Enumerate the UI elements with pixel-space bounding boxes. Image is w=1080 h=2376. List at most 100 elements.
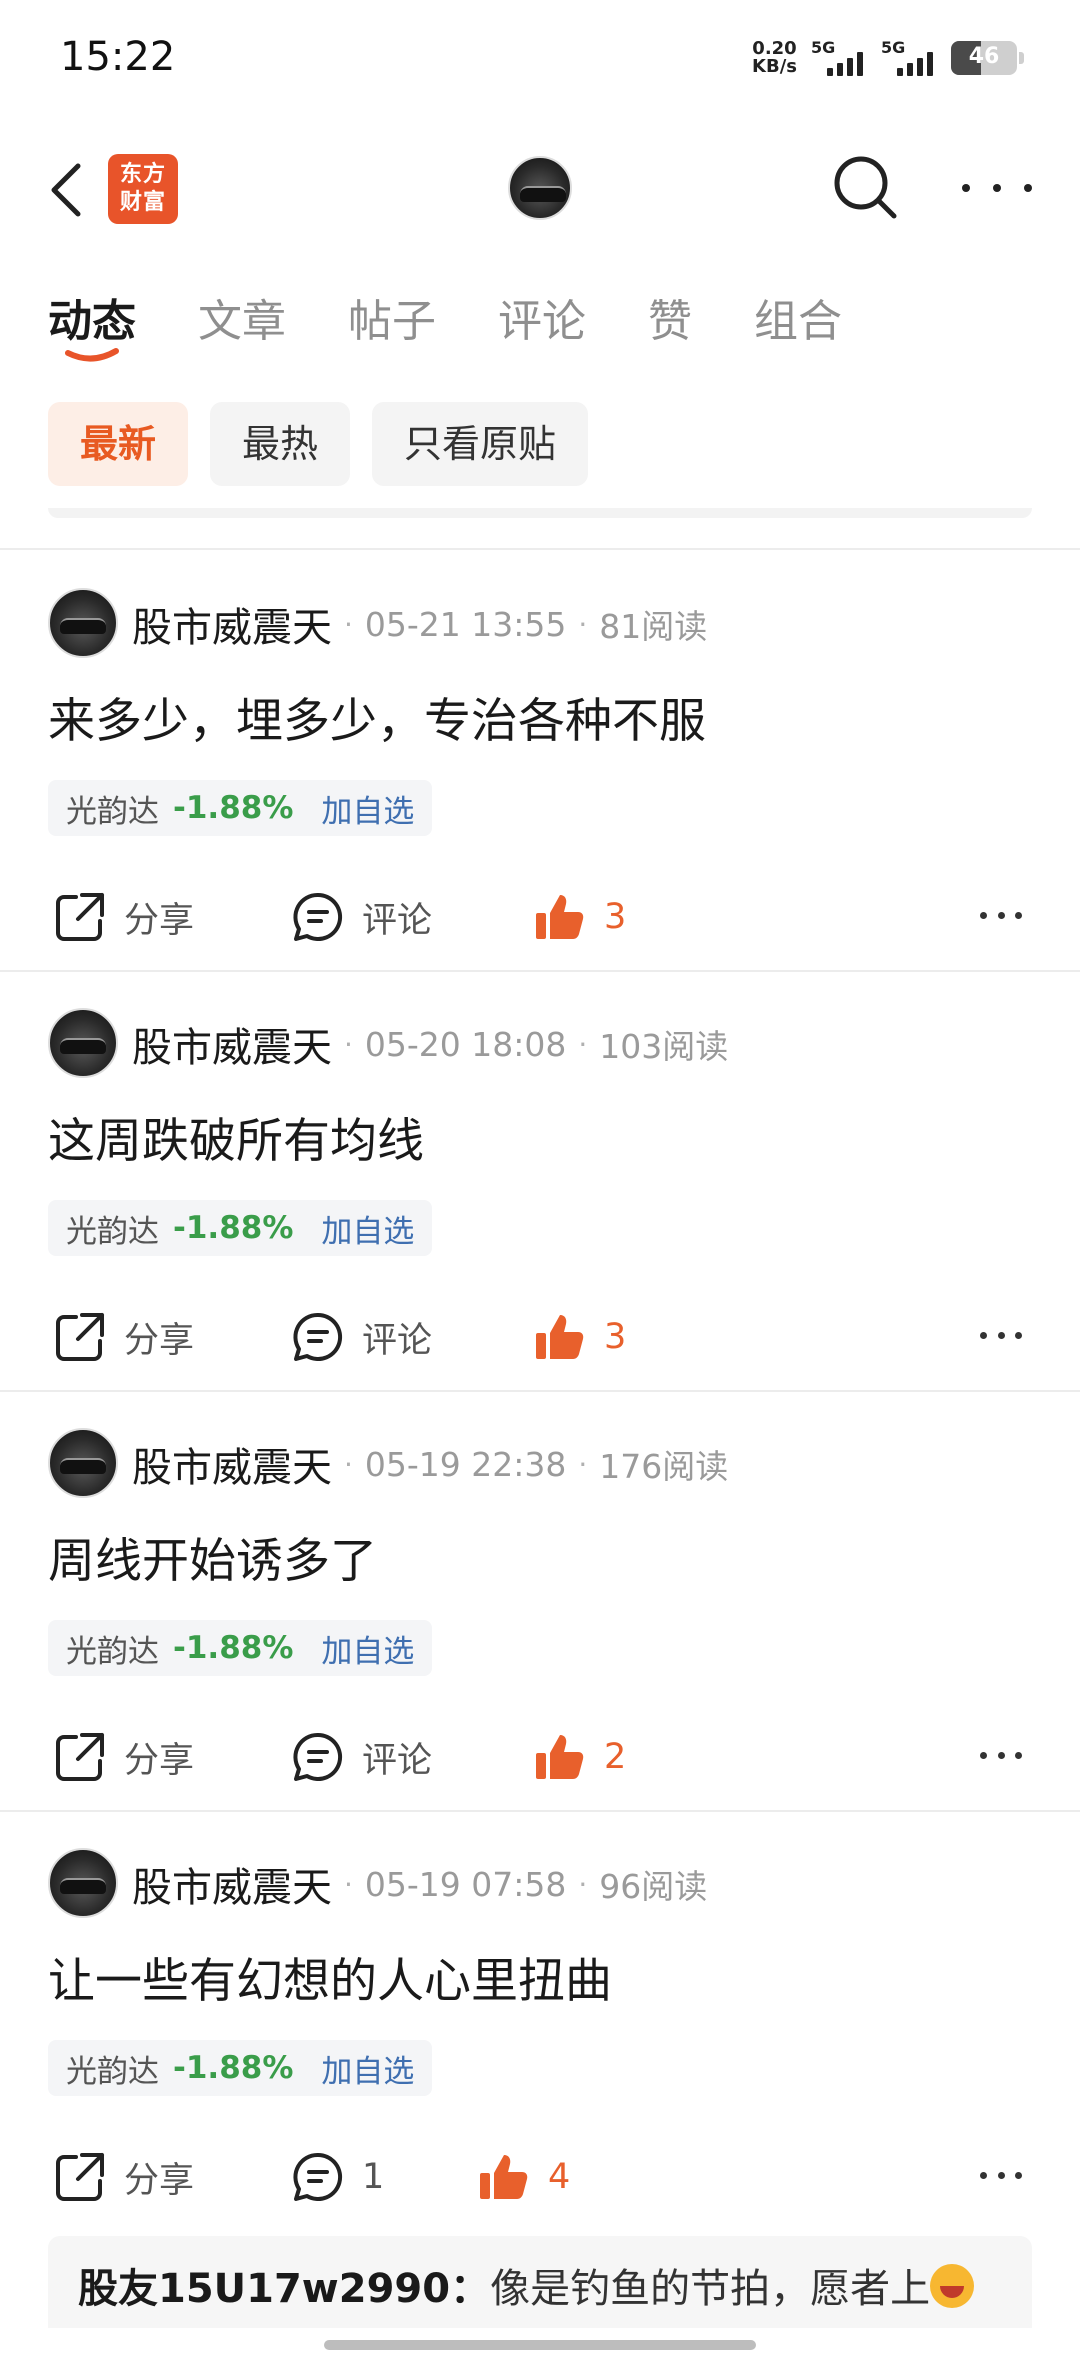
thumbs-up-icon — [480, 2155, 528, 2199]
share-icon — [56, 2153, 104, 2201]
comment-author[interactable]: 股友15U17w2990： — [78, 2266, 490, 2312]
post-content[interactable]: 让一些有幻想的人心里扭曲 — [48, 1942, 612, 2011]
share-button[interactable]: 分享 — [52, 1722, 194, 1792]
comment-label: 1 — [362, 2157, 385, 2197]
stock-name: 光韵达 — [66, 2053, 159, 2090]
dot-icon — [993, 184, 1001, 192]
dot-icon — [962, 184, 970, 192]
comment-label: 评论 — [362, 1320, 433, 1361]
filter-shadow — [48, 508, 1032, 518]
tab-portfolios[interactable]: 组合 — [754, 285, 842, 349]
share-button[interactable]: 分享 — [52, 2142, 194, 2212]
user-avatar[interactable] — [508, 156, 572, 220]
comment-button[interactable]: 评论 — [290, 1722, 432, 1792]
stock-tag[interactable]: 光韵达 -1.88% 加自选 — [48, 780, 433, 836]
post-item[interactable]: 股市威震天 · 05-19 22:38 · 176阅读 周线开始诱多了 光韵达 … — [0, 1392, 1080, 1812]
post-more-button[interactable] — [980, 2172, 1022, 2182]
post-author[interactable]: 股市威震天 — [132, 595, 332, 653]
tab-dynamics[interactable]: 动态 — [48, 285, 136, 362]
comment-icon — [293, 892, 343, 941]
thumbs-up-icon — [536, 1735, 584, 1779]
dot-icon — [1015, 1752, 1022, 1759]
share-button[interactable]: 分享 — [52, 1302, 194, 1372]
home-indicator[interactable] — [324, 2340, 756, 2350]
meta-separator: · — [344, 607, 353, 641]
post-more-button[interactable] — [980, 1752, 1022, 1762]
author-avatar[interactable] — [48, 1848, 118, 1918]
comment-button[interactable]: 1 — [290, 2142, 384, 2212]
post-item[interactable]: 股市威震天 · 05-21 13:55 · 81阅读 来多少，埋多少，专治各种不… — [0, 552, 1080, 972]
tab-likes[interactable]: 赞 — [648, 285, 692, 349]
add-to-watchlist-button[interactable]: 加自选 — [321, 1626, 414, 1671]
post-more-button[interactable] — [980, 912, 1022, 922]
dot-icon — [1015, 2172, 1022, 2179]
comment-button[interactable]: 评论 — [290, 1302, 432, 1372]
logo-text-line2: 财富 — [119, 190, 166, 215]
post-read-count: 103阅读 — [599, 1027, 729, 1066]
tab-articles[interactable]: 文章 — [198, 285, 286, 349]
like-count: 3 — [604, 1317, 627, 1357]
post-content[interactable]: 来多少，埋多少，专治各种不服 — [48, 682, 706, 751]
add-to-watchlist-button[interactable]: 加自选 — [321, 786, 414, 831]
like-button[interactable]: 2 — [532, 1722, 626, 1792]
more-options-button[interactable] — [962, 176, 1032, 200]
add-to-watchlist-button[interactable]: 加自选 — [321, 1206, 414, 1251]
tab-comments[interactable]: 评论 — [498, 285, 586, 349]
post-item[interactable]: 股市威震天 · 05-19 07:58 · 96阅读 让一些有幻想的人心里扭曲 … — [0, 1812, 1080, 2232]
post-meta: 股市威震天 · 05-20 18:08 · 103阅读 — [132, 1016, 728, 1072]
post-read-count: 176阅读 — [599, 1447, 729, 1486]
add-to-watchlist-button[interactable]: 加自选 — [321, 2046, 414, 2091]
like-count: 3 — [604, 897, 627, 937]
post-content[interactable]: 周线开始诱多了 — [48, 1522, 377, 1591]
tab-posts[interactable]: 帖子 — [348, 285, 436, 349]
stock-name: 光韵达 — [66, 1633, 159, 1670]
divider — [0, 548, 1080, 550]
status-indicators: 0.20 KB/s 5G 5G 46 — [752, 36, 1024, 80]
author-avatar[interactable] — [48, 588, 118, 658]
post-more-button[interactable] — [980, 1332, 1022, 1342]
post-time: 05-21 13:55 — [364, 604, 567, 644]
filter-latest[interactable]: 最新 — [48, 402, 189, 486]
like-count: 2 — [604, 1737, 627, 1777]
stock-tag[interactable]: 光韵达 -1.88% 加自选 — [48, 2040, 433, 2096]
share-label: 分享 — [124, 2160, 195, 2201]
comment-icon — [293, 2152, 343, 2201]
meta-separator: · — [578, 607, 588, 641]
post-content[interactable]: 这周跌破所有均线 — [48, 1102, 424, 1171]
content-tabs: 动态 文章 帖子 评论 赞 组合 — [48, 285, 842, 362]
share-button[interactable]: 分享 — [52, 882, 194, 952]
back-button[interactable] — [44, 160, 88, 220]
dot-icon — [980, 1332, 987, 1339]
thumbs-up-icon — [536, 1315, 584, 1359]
battery-icon: 46 — [951, 41, 1017, 75]
share-label: 分享 — [124, 900, 195, 941]
like-button[interactable]: 3 — [532, 882, 626, 952]
comment-label: 评论 — [362, 1740, 433, 1781]
author-avatar[interactable] — [48, 1428, 118, 1498]
stock-change: -1.88% — [173, 790, 294, 826]
filter-original-only[interactable]: 只看原贴 — [372, 402, 589, 486]
post-actions: 分享 1 4 — [0, 2142, 1080, 2212]
search-button[interactable] — [830, 152, 900, 222]
network-speed-unit: KB/s — [752, 56, 797, 77]
post-author[interactable]: 股市威震天 — [132, 1855, 332, 1913]
filter-hottest[interactable]: 最热 — [210, 402, 351, 486]
post-item[interactable]: 股市威震天 · 05-20 18:08 · 103阅读 这周跌破所有均线 光韵达… — [0, 972, 1080, 1392]
like-button[interactable]: 4 — [476, 2142, 570, 2212]
post-author[interactable]: 股市威震天 — [132, 1015, 332, 1073]
post-author[interactable]: 股市威震天 — [132, 1435, 332, 1493]
comment-preview[interactable]: 股友15U17w2990：像是钓鱼的节拍，愿者上 — [48, 2236, 1032, 2328]
post-meta: 股市威震天 · 05-21 13:55 · 81阅读 — [132, 596, 707, 652]
stock-tag[interactable]: 光韵达 -1.88% 加自选 — [48, 1620, 433, 1676]
meta-separator: · — [578, 1867, 588, 1901]
chevron-left-icon — [51, 163, 81, 217]
meta-separator: · — [344, 1027, 353, 1061]
author-avatar[interactable] — [48, 1008, 118, 1078]
stock-name: 光韵达 — [66, 1213, 159, 1250]
dot-icon — [980, 912, 987, 919]
comment-button[interactable]: 评论 — [290, 882, 432, 952]
like-button[interactable]: 3 — [532, 1302, 626, 1372]
post-time: 05-19 07:58 — [364, 1864, 567, 1904]
stock-change: -1.88% — [173, 1210, 294, 1246]
stock-tag[interactable]: 光韵达 -1.88% 加自选 — [48, 1200, 433, 1256]
